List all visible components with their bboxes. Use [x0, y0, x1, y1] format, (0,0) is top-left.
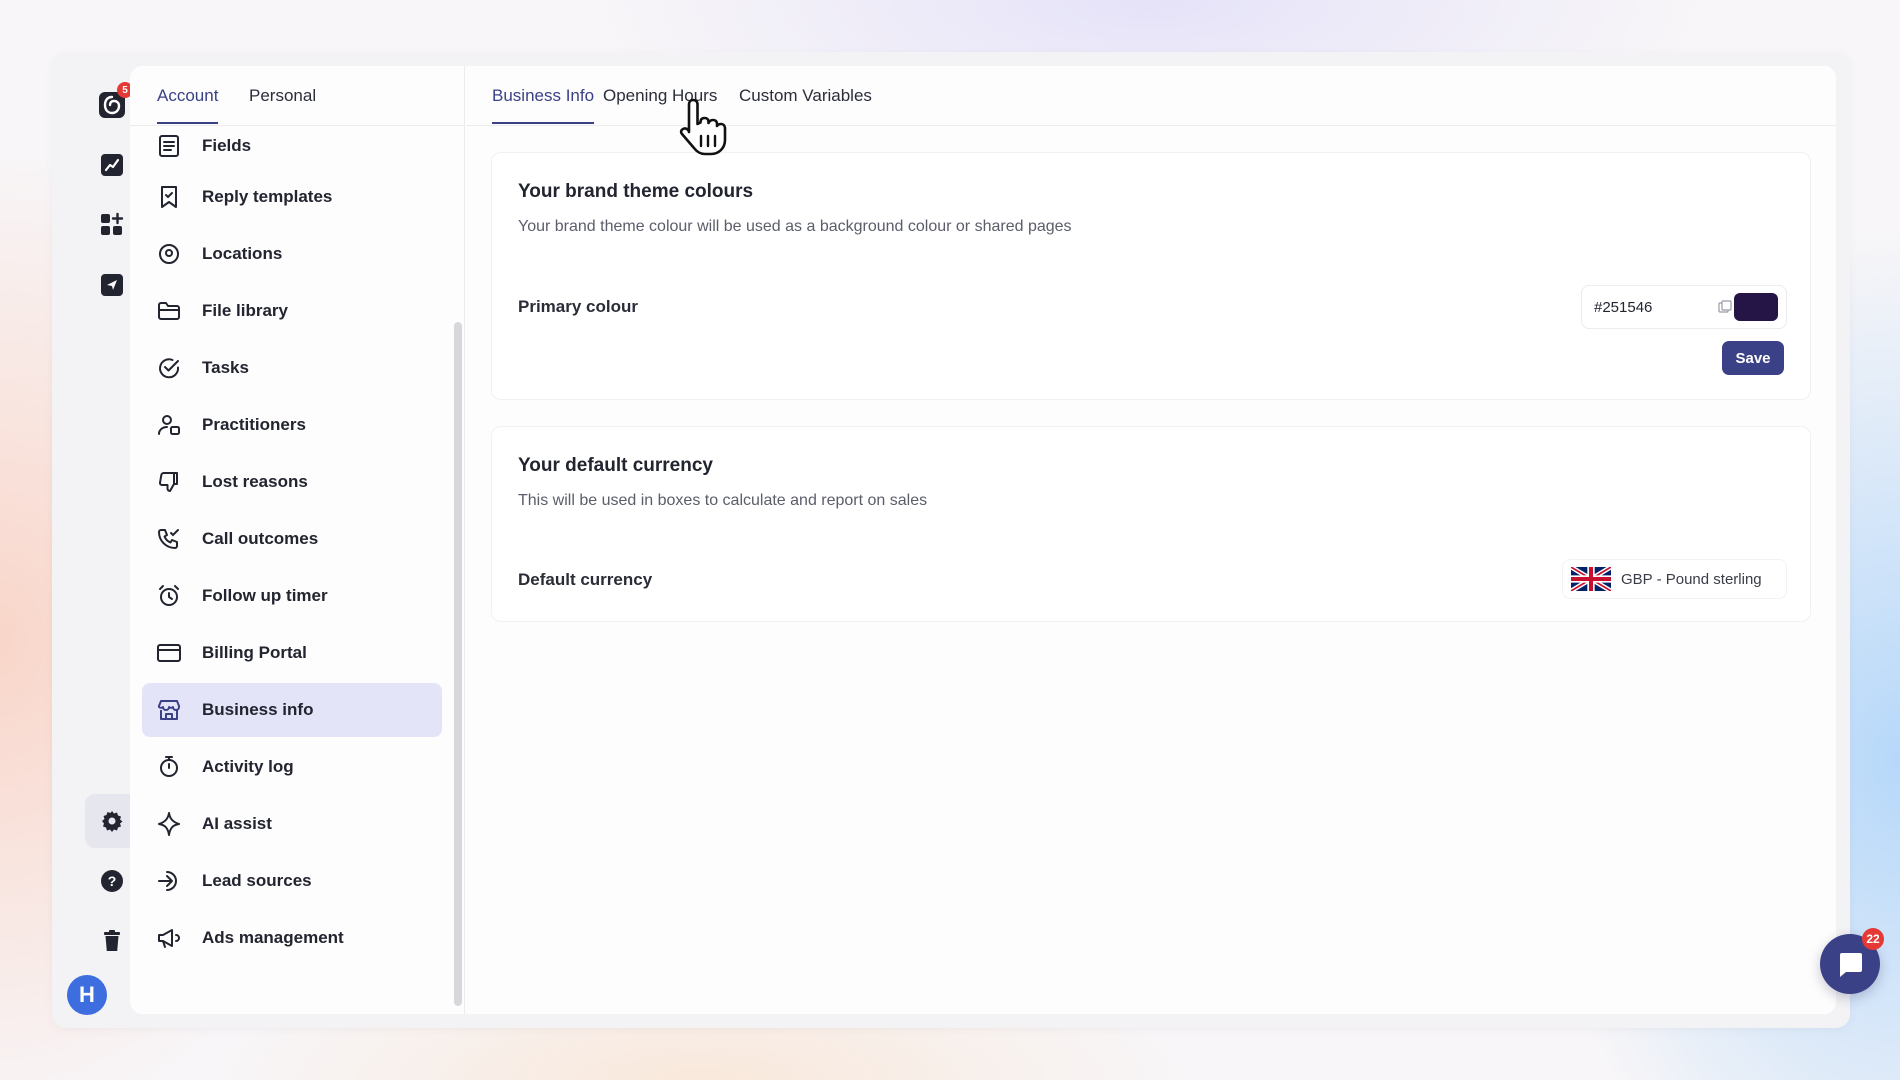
primary-colour-input[interactable]: #251546: [1581, 285, 1787, 329]
folder-icon: [156, 298, 182, 324]
sidebar-scrollbar[interactable]: [454, 322, 462, 1006]
avatar[interactable]: H: [67, 975, 107, 1015]
main-panel: Account Personal Fields Reply templates …: [130, 66, 1836, 1014]
thumbs-down-icon: [156, 469, 182, 495]
brand-colours-description: Your brand theme colour will be used as …: [518, 218, 1072, 235]
grid-plus-icon: [101, 212, 124, 235]
sidebar-item-label: Business info: [202, 700, 314, 719]
default-currency-label: Default currency: [518, 570, 653, 589]
account-tabs: Account Personal: [130, 66, 465, 126]
tab-personal[interactable]: Personal: [249, 86, 316, 122]
chat-launcher-button[interactable]: 22: [1820, 928, 1884, 994]
bookmark-icon: [156, 184, 182, 210]
send-icon: [101, 274, 123, 296]
sidebar-item-activity-log[interactable]: Activity log: [142, 740, 442, 794]
phone-check-icon: [156, 526, 182, 552]
app-window: 5 ? H Account Personal Fields Reply temp…: [52, 52, 1884, 1028]
sidebar-item-label: Activity log: [202, 757, 294, 776]
save-button[interactable]: Save: [1722, 341, 1784, 375]
sidebar-item-billing-portal[interactable]: Billing Portal: [142, 626, 442, 680]
chart-icon: [101, 154, 123, 176]
credit-card-icon: [156, 640, 182, 666]
sidebar-item-label: Tasks: [202, 358, 249, 377]
default-currency-card: Your default currency This will be used …: [491, 426, 1811, 622]
business-info-content: Business Info Opening Hours Custom Varia…: [466, 66, 1836, 1014]
sidebar-item-label: Call outcomes: [202, 529, 319, 548]
svg-text:?: ?: [108, 873, 117, 889]
question-mark-icon: ?: [101, 870, 123, 892]
sidebar-item-file-library[interactable]: File library: [142, 284, 442, 338]
location-pin-icon: [156, 241, 182, 267]
sidebar-item-call-outcomes[interactable]: Call outcomes: [142, 512, 442, 566]
sidebar-item-label: Lead sources: [202, 871, 312, 890]
hand-pointer-cursor-icon: [679, 98, 727, 156]
currency-description: This will be used in boxes to calculate …: [518, 492, 928, 509]
settings-sidebar: Account Personal Fields Reply templates …: [130, 66, 465, 1014]
sidebar-item-follow-up-timer[interactable]: Follow up timer: [142, 569, 442, 623]
sidebar-item-label: Lost reasons: [202, 472, 308, 491]
tab-business-info[interactable]: Business Info: [492, 86, 595, 124]
sidebar-item-label: Fields: [202, 136, 252, 155]
check-circle-icon: [156, 355, 182, 381]
chat-unread-badge: 22: [1862, 928, 1884, 950]
sidebar-item-label: Follow up timer: [202, 586, 328, 605]
sidebar-item-label: File library: [202, 301, 288, 320]
tab-custom-variables[interactable]: Custom Variables: [739, 86, 872, 122]
stopwatch-icon: [156, 754, 182, 780]
megaphone-icon: [156, 925, 182, 951]
sidebar-item-ai-assist[interactable]: AI assist: [142, 797, 442, 851]
store-icon: [156, 697, 182, 723]
sidebar-item-lost-reasons[interactable]: Lost reasons: [142, 455, 442, 509]
primary-colour-value: #251546: [1594, 298, 1653, 316]
sidebar-item-label: Locations: [202, 244, 283, 263]
sparkle-icon: [156, 811, 182, 837]
sidebar-item-ads-management[interactable]: Ads management: [142, 911, 442, 965]
sidebar-item-label: Billing Portal: [202, 643, 307, 662]
brand-colours-card: Your brand theme colours Your brand them…: [491, 152, 1811, 400]
primary-colour-label: Primary colour: [518, 297, 638, 316]
sidebar-item-label: AI assist: [202, 814, 272, 833]
content-tabs: Business Info Opening Hours Custom Varia…: [466, 66, 1836, 126]
sidebar-item-business-info[interactable]: Business info: [142, 683, 442, 737]
sidebar-item-tasks[interactable]: Tasks: [142, 341, 442, 395]
sidebar-item-reply-templates[interactable]: Reply templates: [142, 170, 442, 224]
sidebar-item-label: Ads management: [202, 928, 344, 947]
uk-flag-icon: [1571, 567, 1611, 591]
alarm-clock-icon: [156, 583, 182, 609]
copy-icon[interactable]: [1718, 300, 1732, 314]
sidebar-item-label: Reply templates: [202, 187, 333, 206]
currency-select[interactable]: GBP - Pound sterling: [1562, 559, 1787, 599]
sidebar-item-label: Practitioners: [202, 415, 306, 434]
sidebar-item-fields[interactable]: Fields: [142, 126, 442, 166]
tab-account[interactable]: Account: [157, 86, 219, 124]
currency-value: GBP - Pound sterling: [1621, 570, 1762, 588]
user-icon: [156, 412, 182, 438]
brand-colours-title: Your brand theme colours: [518, 181, 754, 202]
list-icon: [156, 133, 182, 159]
sign-in-arrow-icon: [156, 868, 182, 894]
sidebar-item-practitioners[interactable]: Practitioners: [142, 398, 442, 452]
chat-bubble-icon: [1840, 953, 1862, 977]
trash-icon: [104, 930, 120, 951]
currency-title: Your default currency: [518, 455, 713, 476]
sidebar-item-lead-sources[interactable]: Lead sources: [142, 854, 442, 908]
gear-icon: [102, 811, 123, 832]
colour-swatch[interactable]: [1734, 293, 1778, 321]
sidebar-item-locations[interactable]: Locations: [142, 227, 442, 281]
